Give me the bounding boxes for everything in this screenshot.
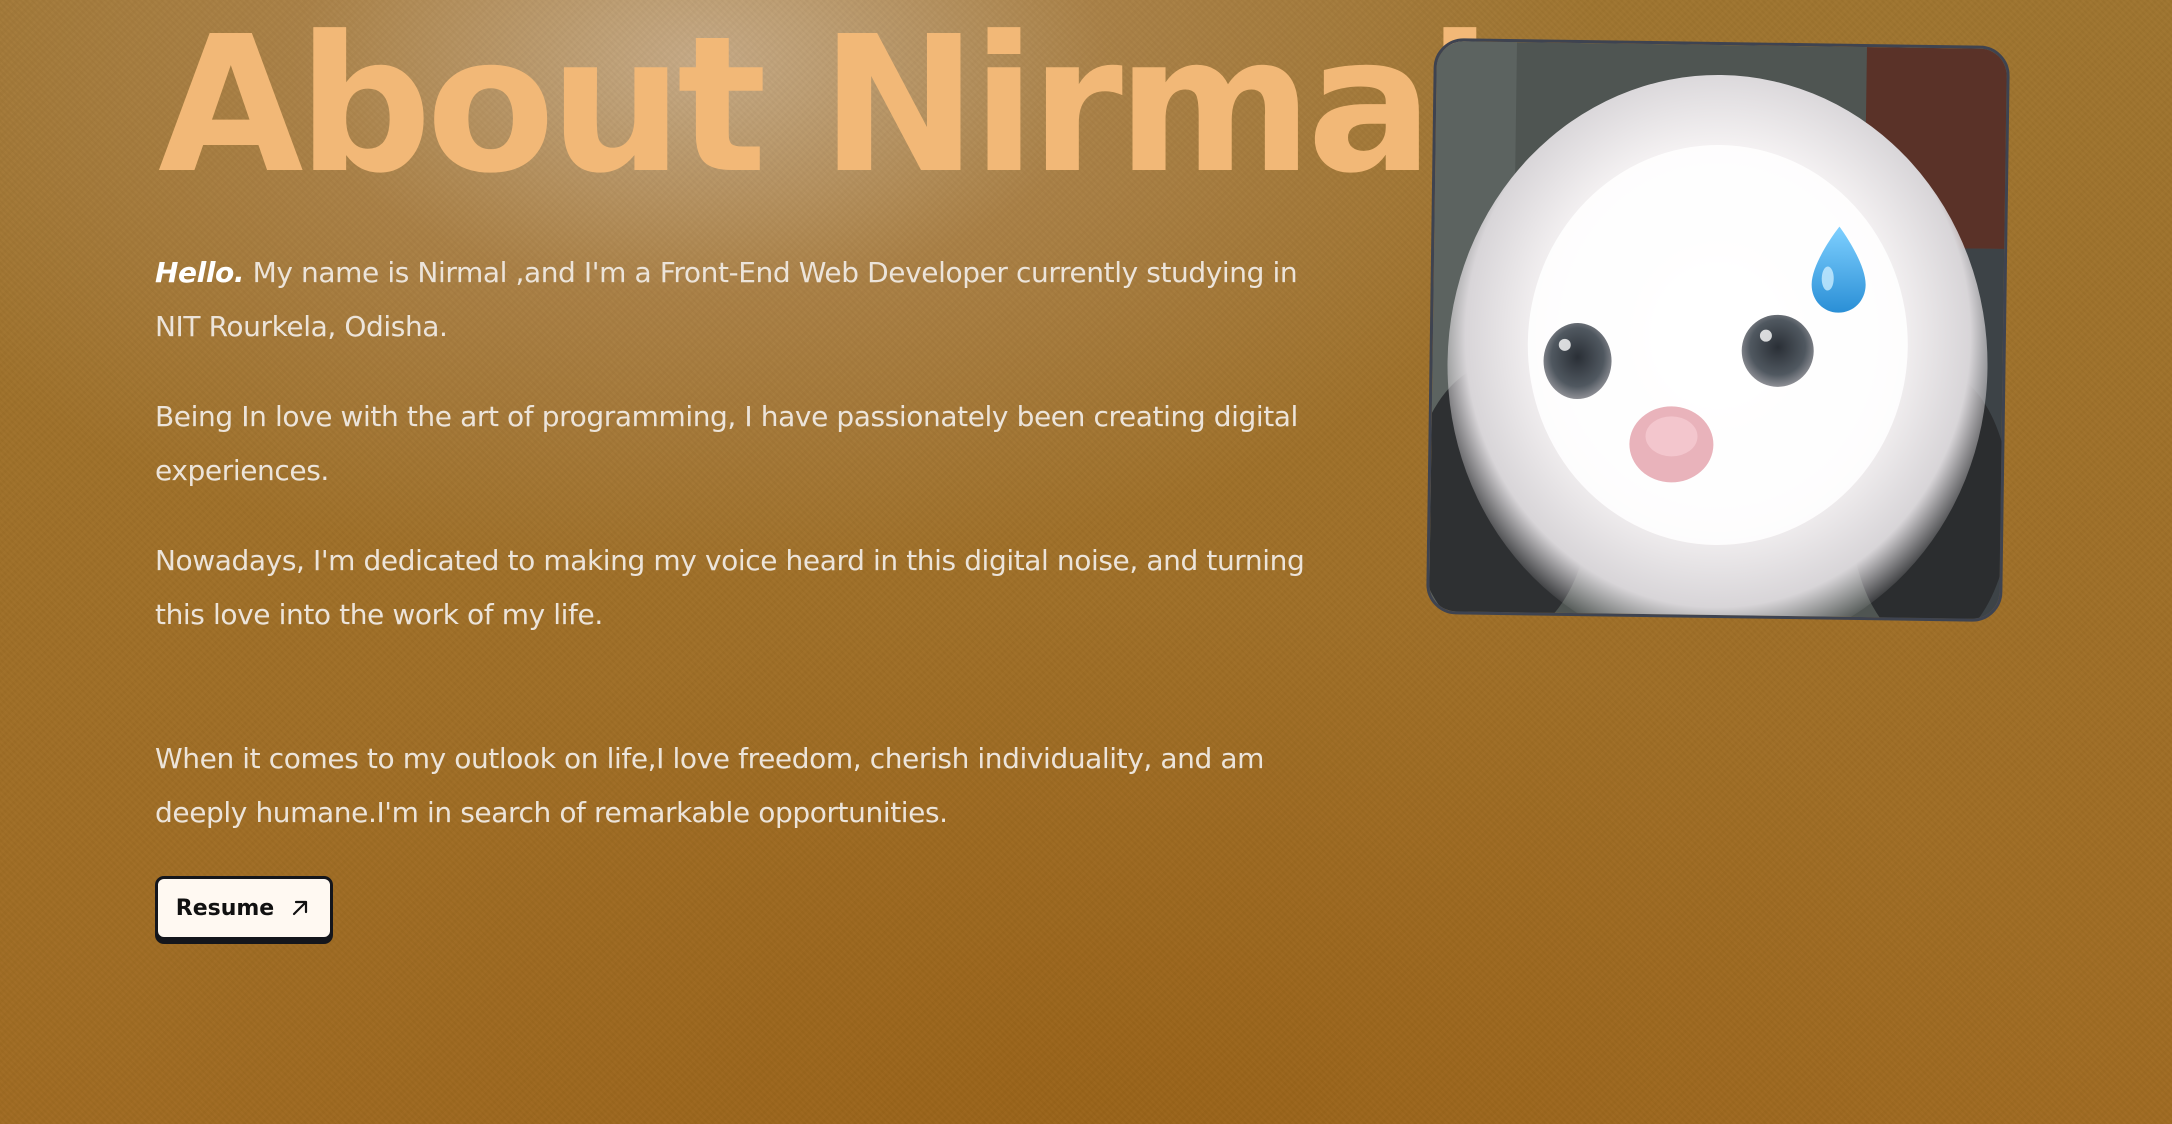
page-title: About Nirmal	[158, 0, 1492, 215]
arrow-up-right-icon	[288, 896, 312, 920]
passion-paragraph: Being In love with the art of programmin…	[155, 400, 1298, 487]
profile-photo	[1426, 38, 2010, 622]
dedication-paragraph: Nowadays, I'm dedicated to making my voi…	[155, 544, 1305, 631]
resume-button-label: Resume	[175, 895, 275, 921]
intro-text: My name is Nirmal ,and I'm a Front-End W…	[155, 256, 1298, 343]
outlook-paragraph: When it comes to my outlook on life,I lo…	[155, 742, 1265, 829]
intro-paragraph: Hello. My name is Nirmal ,and I'm a Fron…	[155, 246, 1315, 354]
resume-button[interactable]: Resume	[155, 876, 333, 940]
hello-greeting: Hello.	[155, 256, 245, 289]
